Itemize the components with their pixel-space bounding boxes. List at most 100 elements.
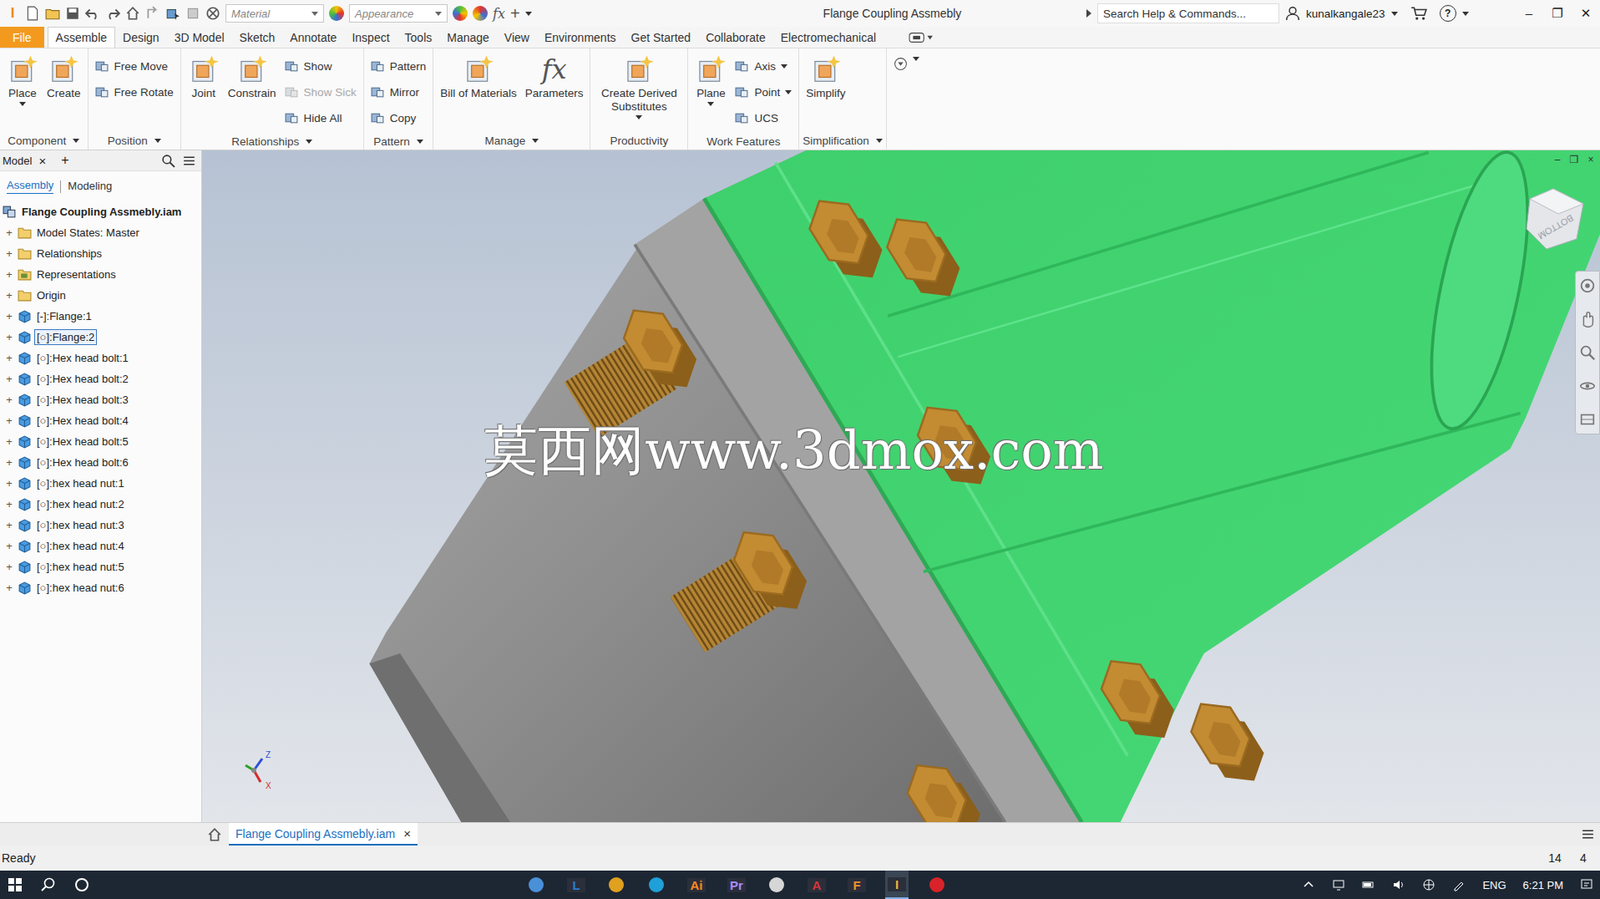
tree-item[interactable]: + [○]:Hex head bolt:5 xyxy=(0,430,202,452)
close-tab-button[interactable]: × xyxy=(403,825,411,841)
ribbon-tab[interactable]: Assemble xyxy=(47,26,116,48)
tree-item[interactable]: + [○]:Hex head bolt:6 xyxy=(0,451,202,473)
taskbar-app[interactable] xyxy=(644,870,669,899)
return-icon[interactable] xyxy=(145,5,161,21)
expand-button[interactable]: + xyxy=(4,414,15,427)
window-control-button[interactable]: – xyxy=(1514,5,1544,21)
ribbon-tab[interactable]: Environments xyxy=(536,26,624,48)
taskbar-app[interactable]: A xyxy=(805,870,829,899)
browser-tab[interactable]: Modeling xyxy=(67,179,112,194)
flange-coupling-model[interactable] xyxy=(202,150,1600,822)
ribbon-small-button[interactable]: Show Sick xyxy=(284,79,357,106)
expand-button[interactable]: + xyxy=(4,288,15,302)
search-icon[interactable] xyxy=(40,875,57,893)
taskbar-app[interactable] xyxy=(764,870,789,899)
browser-tab[interactable]: Assembly xyxy=(6,178,54,194)
expand-button[interactable]: + xyxy=(4,476,15,490)
update-icon[interactable] xyxy=(185,5,201,21)
clock[interactable]: 6:21 PM xyxy=(1523,878,1564,892)
tree-item[interactable]: + [○]:hex head nut:5 xyxy=(0,556,202,578)
viewport-control-button[interactable]: – xyxy=(1551,153,1564,166)
view-cube[interactable]: BOTTOM xyxy=(1521,185,1589,253)
globe-icon[interactable] xyxy=(1422,877,1436,892)
clear-override-icon[interactable] xyxy=(205,5,221,21)
expand-button[interactable]: + xyxy=(4,268,15,281)
windows-start-icon[interactable] xyxy=(6,875,24,893)
graphics-viewport[interactable]: 莫西网www.3dmox.com –❐× BOTTOM ZX xyxy=(202,150,1600,822)
undo-icon[interactable] xyxy=(85,5,101,21)
tree-item[interactable]: + [○]:Hex head bolt:4 xyxy=(0,410,202,431)
ribbon-tab[interactable]: Sketch xyxy=(232,26,284,48)
battery-icon[interactable] xyxy=(1362,877,1376,892)
ribbon-small-button[interactable]: UCS xyxy=(734,105,792,132)
add-button[interactable]: + xyxy=(510,4,521,24)
hex-bolt-head[interactable] xyxy=(1101,660,1175,738)
ribbon-small-button[interactable]: Mirror xyxy=(370,79,427,106)
ribbon-small-button[interactable]: Copy xyxy=(370,105,427,132)
zoom-icon[interactable] xyxy=(1578,343,1597,362)
tree-item[interactable]: + [○]:hex head nut:1 xyxy=(0,472,202,494)
save-icon[interactable] xyxy=(65,5,81,21)
panel-toggle-icon[interactable] xyxy=(908,30,934,45)
ribbon-tab[interactable]: Get Started xyxy=(623,26,699,48)
ribbon-tab[interactable]: 3D Model xyxy=(167,26,233,48)
network-icon[interactable] xyxy=(1331,877,1346,892)
tree-item[interactable]: + [○]:hex head nut:3 xyxy=(0,514,202,536)
close-browser-button[interactable]: × xyxy=(38,153,46,168)
ribbon-group-label[interactable]: Relationships xyxy=(184,132,360,150)
filter-icon[interactable] xyxy=(893,56,908,71)
cart-icon[interactable] xyxy=(1410,5,1428,21)
ribbon-tab[interactable]: Electromechanical xyxy=(773,26,884,48)
add-browser-button[interactable]: + xyxy=(60,152,69,168)
window-control-button[interactable]: ❐ xyxy=(1543,5,1572,21)
expand-button[interactable]: + xyxy=(4,539,15,552)
document-tab[interactable]: Flange Coupling Assmebly.iam × xyxy=(228,822,418,846)
ribbon-tab[interactable]: View xyxy=(496,26,537,48)
tree-item[interactable]: + [○]:hex head nut:2 xyxy=(0,493,202,515)
parameters-button[interactable]: fx xyxy=(492,5,506,22)
ribbon-tab[interactable]: Tools xyxy=(397,26,441,48)
ribbon-small-button[interactable]: Hide All xyxy=(284,105,357,132)
dropdown-caret[interactable] xyxy=(784,90,792,95)
expand-button[interactable]: + xyxy=(4,455,15,469)
tree-item[interactable]: + [○]:Hex head bolt:2 xyxy=(0,368,202,390)
taskbar-app[interactable]: Pr xyxy=(724,870,749,899)
ribbon-small-button[interactable]: Point xyxy=(734,79,792,106)
ribbon-small-button[interactable]: Free Rotate xyxy=(95,79,174,106)
open-folder-icon[interactable] xyxy=(45,5,61,21)
ribbon-tab[interactable]: Manage xyxy=(439,26,497,48)
adjust-appearance-icon[interactable] xyxy=(452,5,468,21)
home-icon[interactable] xyxy=(125,5,141,21)
ribbon-large-button[interactable]: Create xyxy=(43,51,85,102)
tree-item[interactable]: + [○]:Hex head bolt:1 xyxy=(0,347,202,369)
tree-item[interactable]: + Relationships xyxy=(0,243,202,264)
ribbon-large-button[interactable]: Simplify xyxy=(802,51,849,102)
expand-button[interactable]: + xyxy=(4,560,15,573)
expand-button[interactable]: + xyxy=(4,393,15,406)
ribbon-tab[interactable]: Design xyxy=(115,26,168,48)
user-icon[interactable] xyxy=(1285,5,1301,21)
document-menu-icon[interactable] xyxy=(1580,826,1595,841)
redo-icon[interactable] xyxy=(105,5,121,21)
dropdown-caret[interactable] xyxy=(19,101,26,107)
hex-bolt-head[interactable] xyxy=(623,310,697,388)
clear-appearance-icon[interactable] xyxy=(472,5,488,21)
orbit-icon[interactable] xyxy=(1578,376,1597,395)
tray-chevron-icon[interactable] xyxy=(1301,877,1316,892)
inventor-logo[interactable]: I xyxy=(5,5,21,22)
help-button[interactable]: ? xyxy=(1439,5,1457,22)
notifications-icon[interactable] xyxy=(1579,877,1594,892)
ribbon-small-button[interactable]: Free Move xyxy=(95,53,174,80)
material-dropdown[interactable]: Material xyxy=(225,4,325,23)
ribbon-group-label[interactable]: Position xyxy=(91,131,178,150)
window-control-button[interactable]: ✕ xyxy=(1571,5,1600,21)
tree-item[interactable]: + [○]:hex head nut:6 xyxy=(0,577,202,598)
customize-caret[interactable] xyxy=(525,11,532,16)
taskbar-app[interactable] xyxy=(925,870,949,899)
look-at-icon[interactable] xyxy=(1578,410,1597,429)
ribbon-group-label[interactable]: Component xyxy=(3,131,85,150)
appearance-dropdown[interactable]: Appearance xyxy=(349,4,448,23)
pen-icon[interactable] xyxy=(1452,877,1466,892)
expand-button[interactable]: + xyxy=(4,435,15,448)
ribbon-tab[interactable]: Annotate xyxy=(282,26,345,48)
